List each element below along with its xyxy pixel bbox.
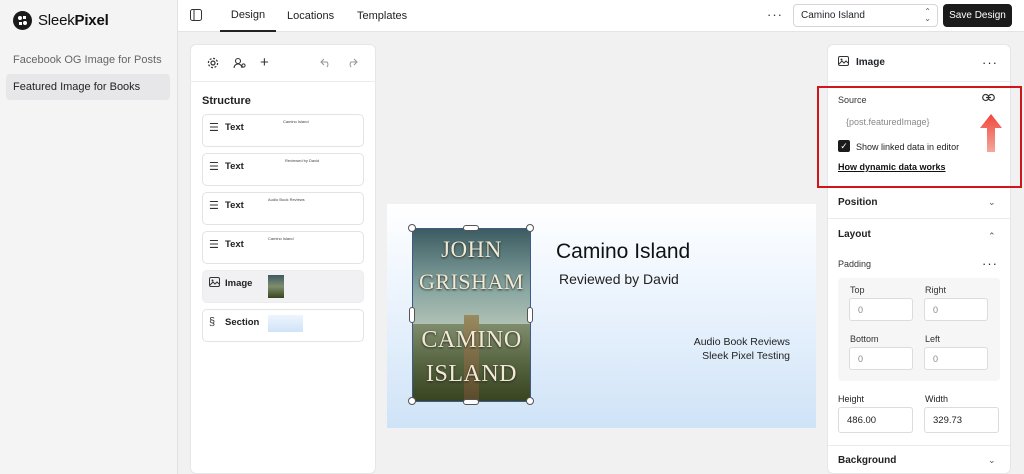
padding-top-input[interactable]: 0 [849, 298, 913, 321]
layer-label: Text [225, 200, 244, 211]
text-align-icon: ☰ [209, 161, 219, 173]
layer-preview: Reviewed by David [285, 158, 320, 163]
app-logo[interactable]: SleekPixel [13, 11, 109, 30]
divider [828, 445, 1010, 446]
image-icon [838, 56, 849, 69]
template-select-value: Camino Island [801, 10, 865, 21]
width-label: Width [925, 394, 949, 404]
add-icon[interactable]: + [260, 54, 269, 71]
cover-title-first: CAMINO [421, 327, 522, 353]
layer-text-4[interactable]: ☰ Text Camino Island [202, 231, 364, 264]
tab-locations[interactable]: Locations [287, 0, 334, 32]
layer-preview: Camino Island [283, 119, 309, 124]
canvas-reviews-text[interactable]: Audio Book Reviews [600, 336, 790, 348]
padding-more-icon[interactable]: ··· [982, 256, 998, 271]
sidebar-item-featured-books[interactable]: Featured Image for Books [6, 74, 170, 100]
layer-preview: Camino Island [268, 236, 294, 241]
chevron-down-icon[interactable]: ⌄ [988, 455, 996, 466]
padding-bottom-input[interactable]: 0 [849, 347, 913, 370]
chevron-up-icon[interactable]: ⌃ [988, 231, 996, 242]
canvas-subtitle-text[interactable]: Reviewed by David [559, 271, 679, 287]
layer-section[interactable]: § Section [202, 309, 364, 342]
layer-text-1[interactable]: ☰ Text Camino Island [202, 114, 364, 147]
padding-label: Padding [838, 259, 872, 269]
redo-icon[interactable] [346, 57, 358, 71]
layer-label: Text [225, 161, 244, 172]
padding-left-label: Left [925, 334, 941, 344]
height-label: Height [838, 394, 865, 404]
annotation-arrow-icon [980, 114, 1002, 152]
resize-handle-bl[interactable] [408, 397, 416, 405]
resize-handle-tl[interactable] [408, 224, 416, 232]
cover-author-first: JOHN [441, 237, 502, 262]
text-align-icon: ☰ [209, 239, 219, 251]
layer-label: Text [225, 239, 244, 250]
position-section-header[interactable]: Position [838, 197, 877, 208]
cover-author-last: GRISHAM [419, 269, 524, 294]
structure-divider [190, 81, 376, 82]
padding-right-input[interactable]: 0 [924, 298, 988, 321]
padding-bottom-label: Bottom [850, 334, 879, 344]
logo-icon [13, 11, 32, 30]
divider [828, 218, 1010, 219]
text-align-icon: ☰ [209, 122, 219, 134]
cover-title-second: ISLAND [426, 361, 517, 387]
toggle-sidebar-icon[interactable] [190, 9, 202, 24]
logo-text: SleekPixel [38, 12, 109, 29]
padding-top-label: Top [850, 285, 865, 295]
tab-design[interactable]: Design [220, 0, 276, 32]
undo-icon[interactable] [320, 57, 332, 71]
users-icon[interactable] [233, 57, 246, 72]
sidebar-item-facebook-og[interactable]: Facebook OG Image for Posts [6, 47, 170, 73]
layout-section-header[interactable]: Layout [838, 229, 871, 240]
properties-more-icon[interactable]: ··· [982, 55, 998, 70]
text-align-icon: ☰ [209, 200, 219, 212]
width-input[interactable]: 329.73 [924, 407, 999, 433]
template-select[interactable]: Camino Island ⌃ ⌄ [793, 4, 938, 27]
padding-right-label: Right [925, 285, 947, 295]
layer-thumbnail [268, 275, 284, 298]
chevron-down-icon[interactable]: ⌄ [988, 197, 996, 208]
layer-label: Text [225, 122, 244, 133]
divider [828, 81, 1010, 82]
resize-handle-tr[interactable] [526, 224, 534, 232]
image-icon [209, 277, 220, 290]
layer-thumbnail [268, 315, 303, 332]
canvas-testing-text[interactable]: Sleek Pixel Testing [600, 350, 790, 362]
layer-text-2[interactable]: ☰ Text Reviewed by David [202, 153, 364, 186]
canvas-title-text[interactable]: Camino Island [556, 240, 690, 264]
tab-templates[interactable]: Templates [357, 0, 407, 32]
resize-handle-top[interactable] [463, 225, 479, 231]
padding-left-input[interactable]: 0 [924, 347, 988, 370]
settings-icon[interactable] [207, 57, 219, 72]
layer-preview: Audio Book Reviews [268, 197, 305, 202]
layer-label: Section [225, 317, 260, 328]
section-icon: § [209, 316, 216, 328]
select-chevron-icon: ⌃ ⌄ [924, 7, 931, 23]
layer-image[interactable]: Image [202, 270, 364, 303]
resize-handle-br[interactable] [526, 397, 534, 405]
structure-title: Structure [202, 95, 251, 107]
height-input[interactable]: 486.00 [838, 407, 913, 433]
background-section-header[interactable]: Background [838, 455, 896, 466]
resize-handle-right[interactable] [527, 307, 533, 323]
layer-label: Image [225, 278, 253, 289]
properties-header: Image [856, 57, 885, 68]
save-design-button[interactable]: Save Design [943, 4, 1012, 27]
resize-handle-left[interactable] [409, 307, 415, 323]
resize-handle-bottom[interactable] [463, 399, 479, 405]
layer-text-3[interactable]: ☰ Text Audio Book Reviews [202, 192, 364, 225]
more-options-icon[interactable]: ··· [767, 7, 783, 22]
book-cover-image[interactable]: JOHN GRISHAM CAMINO ISLAND [412, 228, 531, 402]
